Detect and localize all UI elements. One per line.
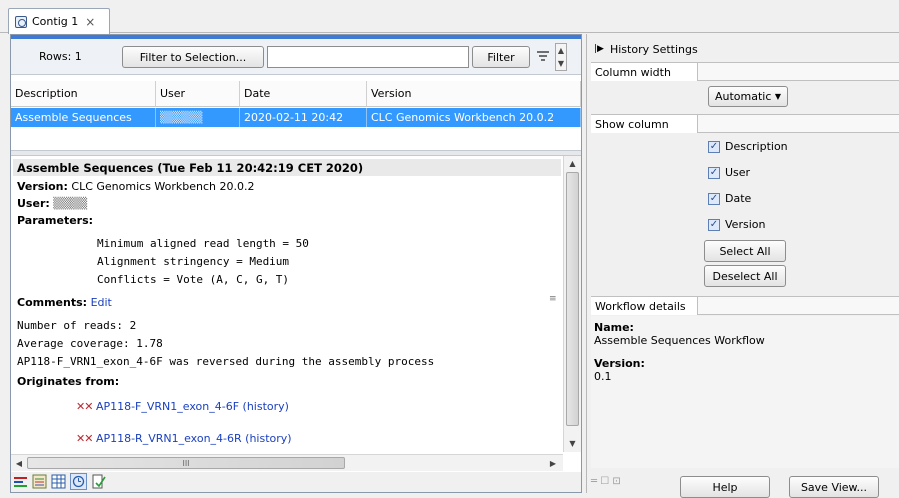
vertical-scrollbar[interactable]: ▲ ≡ ▼ [549,156,581,452]
checkmark-icon: ✓ [708,192,720,205]
column-header-date[interactable]: Date [240,81,367,107]
column-header-user[interactable]: User [156,81,240,107]
help-button[interactable]: Help [680,476,770,498]
scroll-thumb[interactable]: ≡ [549,172,579,426]
rows-count: Rows: 1 [39,50,82,63]
cell-user: ▒▒▒▒▒ [156,108,240,127]
column-header-description[interactable]: Description [11,81,156,107]
section-label: Show column [591,115,698,133]
scroll-right-icon[interactable]: ▶ [547,457,559,469]
column-width-dropdown[interactable]: Automatic ▼ [708,86,788,107]
spinner-up-icon[interactable]: ▲ [556,44,566,57]
parameter-line: Minimum aligned read length = 50 [97,237,309,250]
parameter-line: Conflicts = Vote (A, C, G, T) [97,273,290,286]
origin-item: ✕✕ AP118-R_VRN1_exon_4-6R (history) [76,432,292,445]
comment-line: AP118-F_VRN1_exon_4-6F was reversed duri… [17,355,435,368]
details-heading: Assemble Sequences (Tue Feb 11 20:42:19 … [17,161,364,175]
scroll-grip-icon: ≡ [549,294,557,304]
parameters-label: Parameters: [17,214,94,227]
checkbox-label: Version [725,218,766,231]
scroll-down-icon[interactable]: ▼ [564,436,581,450]
collapse-arrow-icon[interactable]: |▶ [594,44,604,54]
history-link[interactable]: (history) [243,400,289,413]
view-switcher-bar [11,472,581,492]
checkbox-version[interactable]: ✓ Version [708,218,765,231]
history-view-icon[interactable] [70,473,87,490]
details-version: Version: CLC Genomics Workbench 20.0.2 [17,180,255,193]
spinner-down-icon[interactable]: ▼ [556,57,566,70]
workflow-version-value: 0.1 [594,370,612,383]
horizontal-scrollbar[interactable]: ◀ III ▶ [11,454,563,471]
deselect-all-button[interactable]: Deselect All [704,265,786,287]
workflow-version-label: Version: [594,357,645,370]
history-table: Description User Date Version Assemble S… [11,79,581,151]
history-details: Assemble Sequences (Tue Feb 11 20:42:19 … [11,156,581,492]
dropdown-value: Automatic [715,90,772,103]
tab-contig-1[interactable]: Contig 1 × [8,8,110,34]
checkbox-label: User [725,166,751,179]
filter-button[interactable]: Filter [472,46,530,68]
checkbox-date[interactable]: ✓ Date [708,192,751,205]
column-header-version[interactable]: Version [367,81,581,107]
save-view-button[interactable]: Save View... [789,476,879,498]
checkbox-label: Date [725,192,752,205]
cell-description: Assemble Sequences [11,108,156,127]
originates-label: Originates from: [17,375,120,388]
text-view-icon[interactable] [13,475,28,489]
origin-link[interactable]: AP118-F_VRN1_exon_4-6F [96,400,239,413]
filter-to-selection-button[interactable]: Filter to Selection... [122,46,264,68]
history-link[interactable]: (history) [245,432,291,445]
workflow-details-body: Name: Assemble Sequences Workflow Versio… [591,316,899,468]
contig-view-icon[interactable] [32,474,47,489]
details-user: User: ▒▒▒▒ [17,197,88,210]
close-icon[interactable]: × [85,15,95,29]
origin-item: ✕✕ AP118-F_VRN1_exon_4-6F (history) [76,400,289,413]
filter-options-icon[interactable] [536,49,550,63]
checkbox-user[interactable]: ✓ User [708,166,750,179]
cell-version: CLC Genomics Workbench 20.0.2 [367,108,581,127]
side-panel: |▶ History Settings Column width Automat… [586,34,899,498]
workflow-name-label: Name: [594,321,634,334]
section-workflow-details[interactable]: Workflow details [591,296,899,315]
chevron-down-icon: ▼ [774,92,781,101]
filter-input[interactable] [267,46,469,68]
comments-row: Comments: Edit [17,296,112,309]
sequence-icon: ✕✕ [76,432,93,445]
section-show-column[interactable]: Show column [591,114,899,133]
side-panel-title: History Settings [609,42,698,56]
section-label: Column width [591,63,698,81]
checkmark-icon: ✓ [708,218,720,231]
table-view-icon[interactable] [51,474,66,489]
tab-strip: Contig 1 × [0,0,899,34]
section-label: Workflow details [591,297,698,315]
parameter-line: Alignment stringency = Medium [97,255,290,268]
section-column-width[interactable]: Column width [591,62,899,81]
history-view: Rows: 1 Filter to Selection... Filter ▲ … [10,34,582,493]
workflow-name-value: Assemble Sequences Workflow [594,334,765,347]
contig-icon [15,15,27,28]
filter-bar: Rows: 1 Filter to Selection... Filter ▲ … [11,39,581,75]
select-all-button[interactable]: Select All [704,240,786,262]
cell-date: 2020-02-11 20:42 [240,108,367,127]
checkmark-icon: ✓ [708,140,720,153]
checkmark-icon: ✓ [708,166,720,179]
checkbox-label: Description [725,140,788,153]
comment-line: Number of reads: 2 [17,319,137,332]
horizontal-scroll-thumb[interactable]: III [27,457,345,469]
comment-line: Average coverage: 1.78 [17,337,163,350]
comments-edit-link[interactable]: Edit [91,296,112,309]
scroll-up-icon[interactable]: ▲ [564,156,581,170]
sequence-icon: ✕✕ [76,400,93,413]
origin-link[interactable]: AP118-R_VRN1_exon_4-6R [96,432,242,445]
table-row[interactable]: Assemble Sequences ▒▒▒▒▒ 2020-02-11 20:4… [11,108,581,127]
checkbox-description[interactable]: ✓ Description [708,140,788,153]
scroll-left-icon[interactable]: ◀ [13,457,25,469]
side-panel-header[interactable]: |▶ History Settings [591,38,896,60]
element-info-icon[interactable] [91,474,106,489]
tab-title: Contig 1 [32,15,79,28]
panel-options-icons[interactable]: ═ ☐ ⊡ [591,476,651,490]
rows-spinner[interactable]: ▲ ▼ [555,43,567,71]
